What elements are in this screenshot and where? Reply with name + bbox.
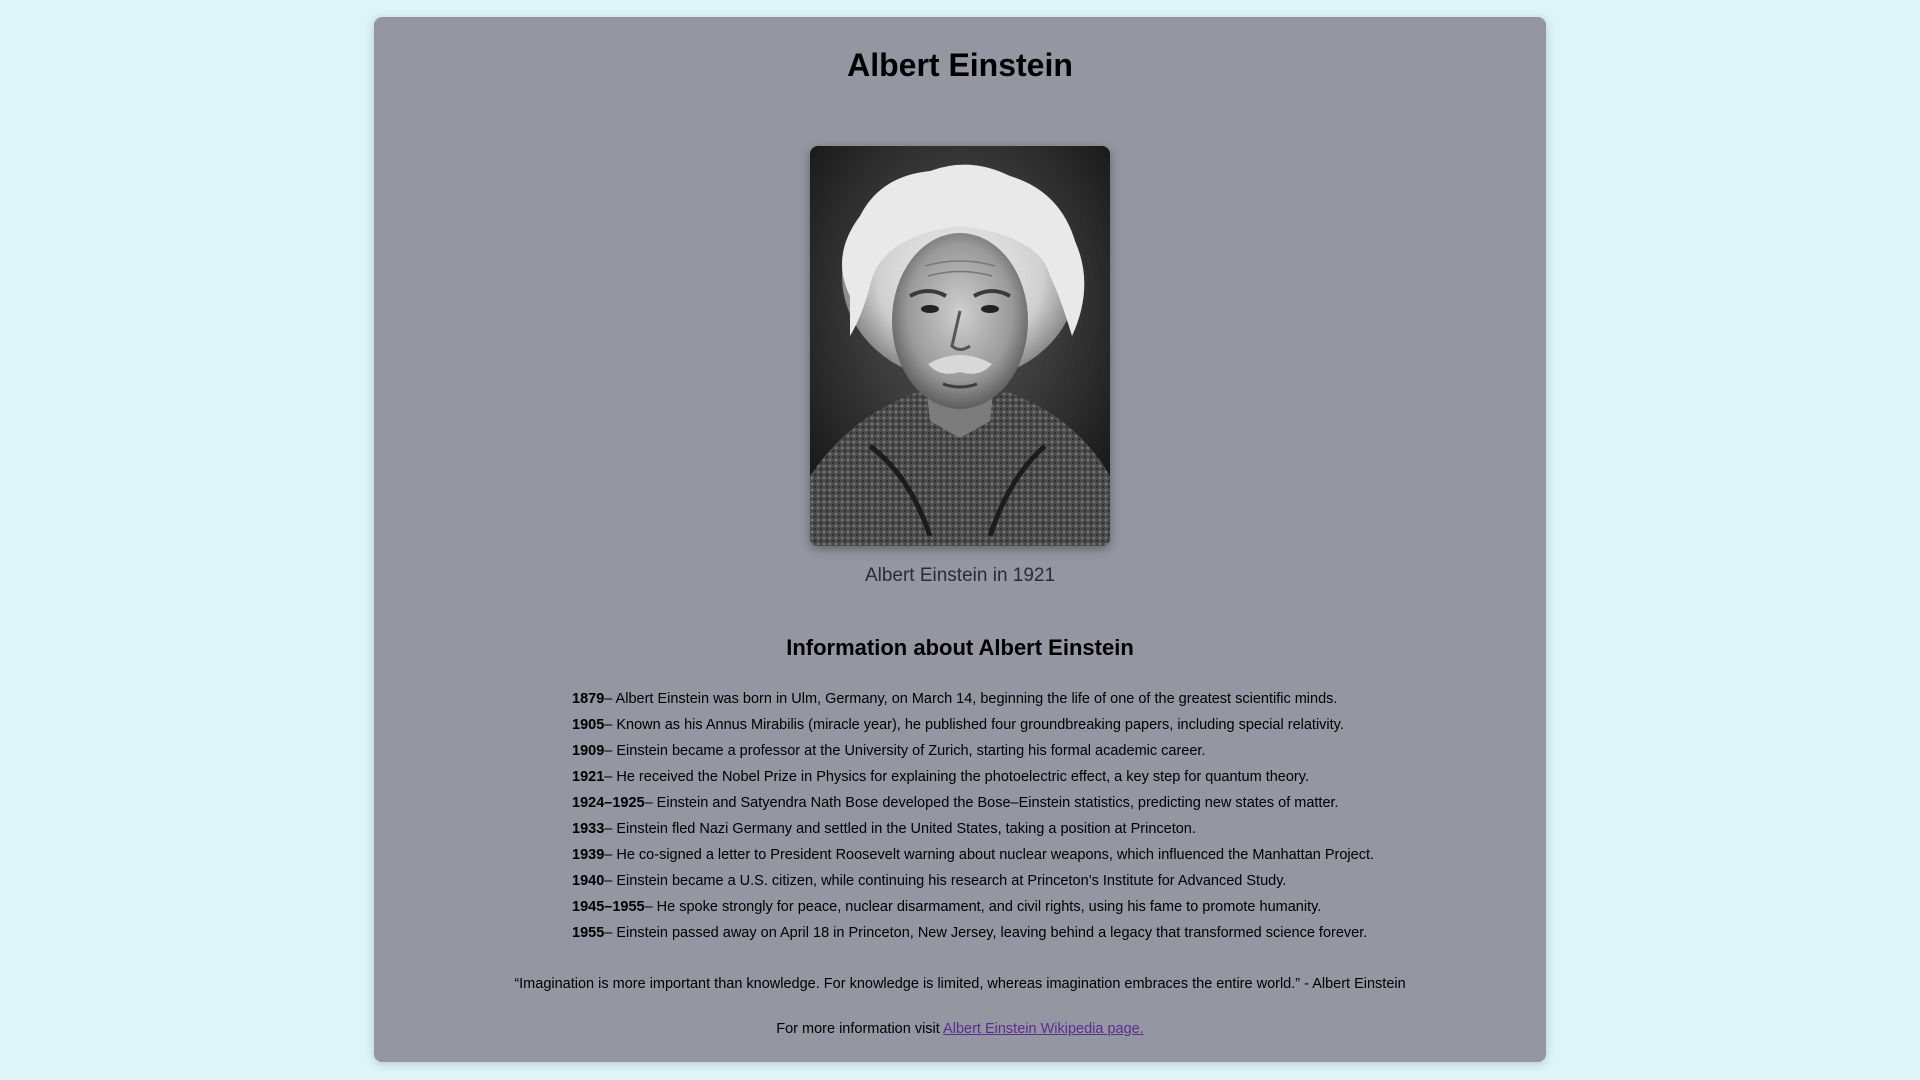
timeline-item: 1955– Einstein passed away on April 18 i… xyxy=(572,920,1374,946)
timeline-year: 1905 xyxy=(572,717,605,733)
timeline-year: 1924–1925 xyxy=(572,795,645,811)
timeline-text: – Albert Einstein was born in Ulm, Germa… xyxy=(604,691,1338,707)
portrait-image xyxy=(810,146,1110,546)
timeline-item: 1879– Albert Einstein was born in Ulm, G… xyxy=(572,686,1374,712)
more-info-line: For more information visit Albert Einste… xyxy=(374,1021,1546,1037)
portrait-caption: Albert Einstein in 1921 xyxy=(864,565,1056,586)
timeline-item: 1939– He co-signed a letter to President… xyxy=(572,842,1374,868)
timeline-list: 1879– Albert Einstein was born in Ulm, G… xyxy=(572,686,1374,946)
timeline-item: 1921– He received the Nobel Prize in Phy… xyxy=(572,764,1374,790)
timeline-item: 1909– Einstein became a professor at the… xyxy=(572,738,1374,764)
more-info-prefix: For more information visit xyxy=(776,1021,944,1037)
timeline-text: – Einstein became a U.S. citizen, while … xyxy=(604,873,1287,889)
timeline-text: – Einstein became a professor at the Uni… xyxy=(604,743,1206,759)
timeline-item: 1933– Einstein fled Nazi Germany and set… xyxy=(572,816,1374,842)
timeline-year: 1945–1955 xyxy=(572,899,645,915)
timeline-item: 1940– Einstein became a U.S. citizen, wh… xyxy=(572,868,1374,894)
timeline-text: – He received the Nobel Prize in Physics… xyxy=(604,769,1309,785)
timeline-year: 1933 xyxy=(572,821,605,837)
timeline-year: 1879 xyxy=(572,691,605,707)
timeline-item: 1905– Known as his Annus Mirabilis (mira… xyxy=(572,712,1374,738)
timeline-text: – Einstein and Satyendra Nath Bose devel… xyxy=(644,795,1339,811)
timeline-year: 1940 xyxy=(572,873,605,889)
timeline-text: – Einstein passed away on April 18 in Pr… xyxy=(604,925,1368,941)
timeline-year: 1955 xyxy=(572,925,605,941)
content-card: Albert Einstein Albert Einstein in 1921 … xyxy=(374,17,1546,1062)
timeline-year: 1909 xyxy=(572,743,605,759)
wikipedia-link[interactable]: Albert Einstein Wikipedia page. xyxy=(943,1021,1144,1037)
timeline-text: – Einstein fled Nazi Germany and settled… xyxy=(604,821,1196,837)
timeline-item: 1924–1925– Einstein and Satyendra Nath B… xyxy=(572,790,1374,816)
page-title: Albert Einstein xyxy=(847,47,1073,83)
timeline-text: – He spoke strongly for peace, nuclear d… xyxy=(644,899,1322,915)
timeline-year: 1939 xyxy=(572,847,605,863)
timeline-item: 1945–1955– He spoke strongly for peace, … xyxy=(572,894,1374,920)
timeline-text: – Known as his Annus Mirabilis (miracle … xyxy=(604,717,1344,733)
einstein-quote: “Imagination is more important than know… xyxy=(514,976,1406,992)
timeline-year: 1921 xyxy=(572,769,605,785)
section-heading: Information about Albert Einstein xyxy=(786,635,1134,660)
timeline-text: – He co-signed a letter to President Roo… xyxy=(604,847,1375,863)
